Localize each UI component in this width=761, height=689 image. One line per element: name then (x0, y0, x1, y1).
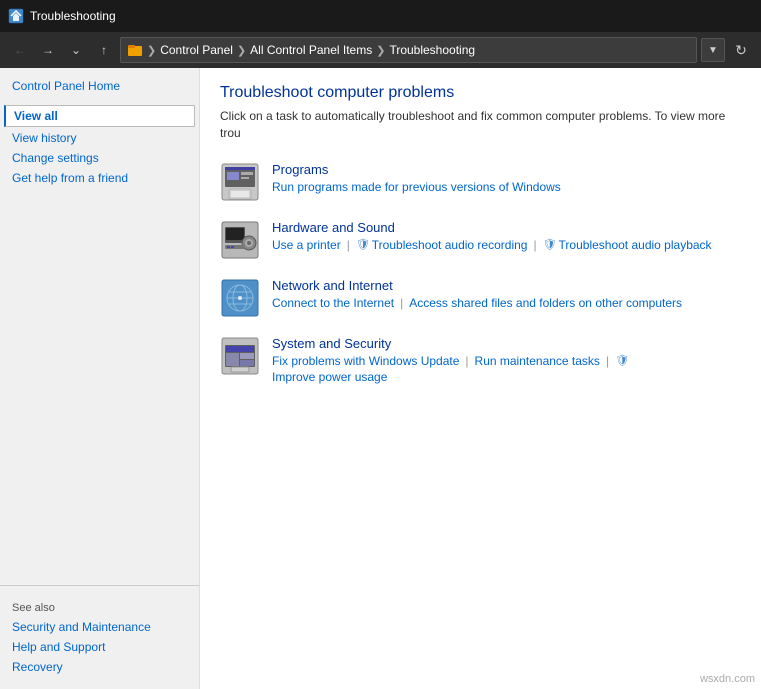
folder-icon (127, 42, 143, 58)
network-content: Network and Internet Connect to the Inte… (272, 278, 682, 310)
programs-icon (220, 162, 260, 202)
security-content: System and Security Fix problems with Wi… (272, 336, 741, 384)
category-security: System and Security Fix problems with Wi… (220, 336, 741, 384)
sidebar-view-all[interactable]: View all (4, 105, 195, 127)
refresh-button[interactable]: ↻ (729, 38, 753, 62)
network-link-1[interactable]: Connect to the Internet (272, 296, 394, 310)
sidebar-nav: View all View history Change settings Ge… (0, 104, 199, 188)
content-description: Click on a task to automatically trouble… (220, 108, 741, 142)
security-links: Fix problems with Windows Update | Run m… (272, 354, 741, 384)
security-icon (220, 336, 260, 376)
see-also-title: See also (0, 594, 199, 617)
path-all-items[interactable]: All Control Panel Items (250, 43, 372, 57)
path-troubleshooting[interactable]: Troubleshooting (389, 43, 475, 57)
sidebar-recovery[interactable]: Recovery (0, 657, 199, 677)
hardware-link-3[interactable]: Troubleshoot audio playback (559, 238, 712, 252)
hardware-link-2[interactable]: Troubleshoot audio recording (372, 238, 528, 252)
programs-links: Run programs made for previous versions … (272, 180, 561, 194)
recent-locations-button[interactable]: ⌄ (64, 38, 88, 62)
hardware-link-1[interactable]: Use a printer (272, 238, 341, 252)
programs-link-1[interactable]: Run programs made for previous versions … (272, 180, 561, 194)
shield-icon-power: 🛡 (615, 354, 629, 367)
shield-icon-audio-rec: 🛡 (356, 238, 370, 251)
sidebar-view-history[interactable]: View history (0, 128, 199, 148)
hardware-icon (220, 220, 260, 260)
security-link-2[interactable]: Run maintenance tasks (475, 354, 600, 368)
sidebar-change-settings[interactable]: Change settings (0, 148, 199, 168)
see-also-section: See also Security and Maintenance Help a… (0, 585, 199, 681)
up-button[interactable]: ↑ (92, 38, 116, 62)
network-link-2[interactable]: Access shared files and folders on other… (409, 296, 682, 310)
programs-content: Programs Run programs made for previous … (272, 162, 561, 194)
programs-title[interactable]: Programs (272, 162, 561, 177)
watermark: wsxdn.com (700, 673, 755, 685)
window-icon (8, 8, 24, 24)
sidebar-spacer (0, 188, 199, 585)
security-link-3[interactable]: Improve power usage (272, 370, 387, 384)
sidebar-help-support[interactable]: Help and Support (0, 637, 199, 657)
sidebar: Control Panel Home View all View history… (0, 68, 200, 689)
category-hardware: Hardware and Sound Use a printer | 🛡 Tro… (220, 220, 741, 260)
address-dropdown-button[interactable]: ▼ (701, 38, 725, 62)
security-title[interactable]: System and Security (272, 336, 741, 351)
main-area: Control Panel Home View all View history… (0, 68, 761, 689)
hardware-links: Use a printer | 🛡 Troubleshoot audio rec… (272, 238, 712, 252)
security-link-1[interactable]: Fix problems with Windows Update (272, 354, 459, 368)
back-button[interactable]: ← (8, 38, 32, 62)
window-title: Troubleshooting (30, 9, 116, 23)
address-bar: ← → ⌄ ↑ ❯ Control Panel ❯ All Control Pa… (0, 32, 761, 68)
category-programs: Programs Run programs made for previous … (220, 162, 741, 202)
sidebar-security-maintenance[interactable]: Security and Maintenance (0, 617, 199, 637)
address-path[interactable]: ❯ Control Panel ❯ All Control Panel Item… (120, 37, 697, 63)
content-area: Troubleshoot computer problems Click on … (200, 68, 761, 689)
forward-button[interactable]: → (36, 38, 60, 62)
category-network: Network and Internet Connect to the Inte… (220, 278, 741, 318)
path-control-panel[interactable]: Control Panel (160, 43, 233, 57)
hardware-title[interactable]: Hardware and Sound (272, 220, 712, 235)
sidebar-control-panel-home[interactable]: Control Panel Home (0, 76, 199, 96)
network-title[interactable]: Network and Internet (272, 278, 682, 293)
network-icon (220, 278, 260, 318)
network-links: Connect to the Internet | Access shared … (272, 296, 682, 310)
content-title: Troubleshoot computer problems (220, 84, 741, 102)
shield-icon-audio-play: 🛡 (543, 238, 557, 251)
hardware-content: Hardware and Sound Use a printer | 🛡 Tro… (272, 220, 712, 252)
title-bar: Troubleshooting (0, 0, 761, 32)
sidebar-get-help[interactable]: Get help from a friend (0, 168, 199, 188)
